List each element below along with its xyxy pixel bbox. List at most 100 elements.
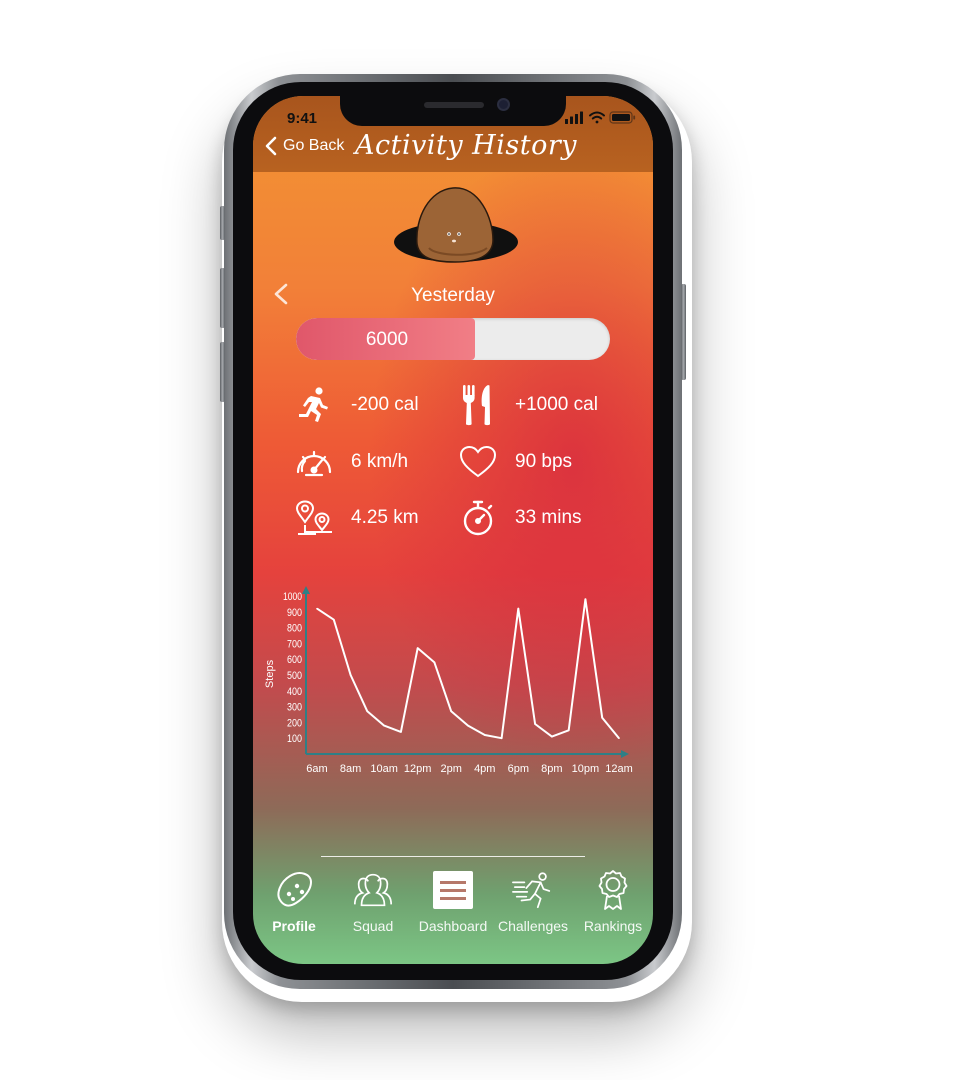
sprinter-icon [511, 868, 555, 912]
y-tick-label: 300 [287, 702, 302, 714]
x-tick-label: 6am [306, 763, 327, 775]
y-tick-label: 100 [287, 733, 302, 745]
data-point [601, 716, 604, 719]
tab-rankings[interactable]: Rankings [573, 868, 653, 934]
data-point [500, 737, 503, 739]
y-axis-label: Steps [264, 659, 276, 688]
signal-icon [565, 111, 583, 124]
data-point [483, 734, 486, 736]
data-point [584, 598, 587, 600]
tab-profile[interactable]: Profile [254, 868, 334, 934]
x-tick-label: 8am [340, 763, 361, 775]
data-point [316, 607, 318, 610]
stat-value: 6 km/h [351, 451, 409, 472]
earpiece-speaker [424, 102, 484, 108]
stat-speed: 6 km/h [293, 441, 408, 483]
x-axis-arrow [621, 750, 629, 758]
y-tick-label: 700 [287, 638, 302, 650]
speedometer-icon [293, 441, 335, 483]
data-point [551, 735, 553, 738]
silent-switch [220, 206, 225, 240]
tabbar-divider [321, 856, 585, 857]
data-point [467, 724, 469, 727]
dashboard-icon [431, 868, 475, 912]
x-tick-label: 12pm [404, 763, 432, 775]
potato-icon [272, 868, 316, 912]
y-tick-label: 800 [287, 623, 302, 635]
group-icon [351, 868, 395, 912]
tab-label: Squad [352, 918, 394, 934]
data-point [433, 661, 436, 664]
power-button [681, 284, 686, 380]
potato-mascot [394, 187, 518, 263]
stat-value: -200 cal [351, 394, 419, 415]
stat-heart-rate: 90 bps [457, 441, 572, 483]
heart-icon [457, 441, 499, 483]
app-screen: 9:41 Go Back Activity History Yesterday … [253, 96, 653, 964]
tab-bar: Profile Squad Dashboard Challenges Ranki… [253, 868, 653, 942]
x-tick-label: 2pm [441, 763, 462, 775]
stopwatch-icon [457, 497, 499, 539]
steps-line-chart: 100 200 300 400 500 600 700 800 900 1000 Steps 6am 8… [264, 586, 633, 775]
x-tick-label: 12am [605, 763, 633, 775]
steps-progress-value: 6000 [365, 329, 409, 350]
tab-label: Profile [272, 918, 316, 934]
chevron-left-icon [265, 136, 277, 156]
x-tick-label: 10pm [572, 763, 600, 775]
data-point [349, 674, 352, 676]
data-point [534, 723, 536, 725]
tab-challenges[interactable]: Challenges [493, 868, 573, 934]
data-point [450, 710, 453, 713]
stat-value: 4.25 km [351, 507, 419, 528]
stat-value: 33 mins [515, 507, 582, 528]
data-point [400, 731, 402, 733]
notch [340, 96, 566, 126]
data-point [416, 647, 419, 649]
y-axis-arrow [302, 586, 310, 594]
volume-up-button [220, 268, 225, 328]
running-icon [293, 384, 335, 426]
stat-calories-burned: -200 cal [293, 384, 419, 426]
stat-distance: 4.25 km [293, 497, 419, 539]
steps-series-line [316, 598, 620, 740]
fork-knife-icon [457, 384, 499, 426]
front-camera [497, 98, 510, 111]
data-point [567, 729, 570, 732]
tab-label: Dashboard [418, 918, 488, 934]
data-point [366, 710, 369, 713]
y-tick-label: 200 [287, 717, 302, 729]
x-tick-label: 6pm [508, 763, 529, 775]
y-tick-label: 400 [287, 686, 302, 698]
stat-value: +1000 cal [515, 394, 598, 415]
data-point [618, 737, 620, 739]
y-tick-label: 600 [287, 654, 302, 666]
data-point [383, 724, 385, 727]
tab-squad[interactable]: Squad [333, 868, 413, 934]
stat-calories-eaten: +1000 cal [457, 384, 598, 426]
stat-duration: 33 mins [457, 497, 582, 539]
y-tick-label: 900 [287, 607, 302, 619]
y-tick-label: 500 [287, 670, 302, 682]
steps-progress-bar: 6000 [296, 318, 610, 360]
page-title: Activity History [355, 130, 577, 161]
go-back-label: Go Back [283, 137, 345, 154]
y-tick-label: 1000 [283, 591, 302, 603]
status-time: 9:41 [287, 110, 318, 127]
tab-dashboard[interactable]: Dashboard [413, 868, 493, 934]
battery-icon [609, 111, 636, 124]
day-label: Yesterday [411, 285, 495, 306]
x-tick-label: 8pm [541, 763, 562, 775]
wifi-icon [589, 111, 605, 124]
status-icons [565, 111, 636, 124]
data-point [332, 618, 335, 621]
award-ribbon-icon [591, 868, 635, 912]
data-point [517, 607, 520, 610]
x-tick-label: 4pm [474, 763, 495, 775]
tab-label: Challenges [497, 918, 569, 934]
go-back-button[interactable]: Go Back [265, 134, 344, 158]
volume-down-button [220, 342, 225, 402]
tab-label: Rankings [583, 918, 643, 934]
stat-value: 90 bps [515, 451, 573, 472]
map-pin-icon [293, 497, 335, 539]
x-tick-label: 10am [370, 763, 398, 775]
